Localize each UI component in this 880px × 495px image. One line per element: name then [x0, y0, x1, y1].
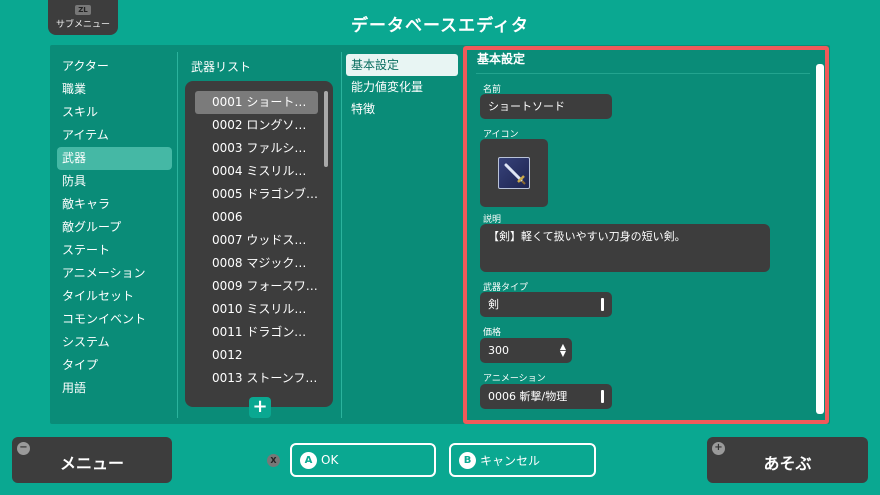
weapon-list-item[interactable]: 0012	[195, 344, 318, 367]
category-item[interactable]: 防具	[57, 170, 172, 193]
menu-button[interactable]: − メニュー	[12, 437, 172, 483]
icon-picker[interactable]	[480, 139, 548, 207]
category-item[interactable]: アイテム	[57, 124, 172, 147]
select-indicator-icon	[601, 298, 604, 311]
add-weapon-button[interactable]: +	[249, 397, 271, 418]
a-button-icon: A	[300, 451, 317, 469]
tab-item[interactable]: 特徴	[346, 98, 458, 120]
sword-icon	[498, 157, 530, 189]
description-field[interactable]: 【剣】軽くて扱いやすい刀身の短い剣。	[480, 224, 770, 272]
x-button-icon: X	[267, 454, 280, 467]
weapon-list-item[interactable]: 0008 マジックワ…	[195, 252, 318, 275]
price-value: 300	[488, 344, 509, 357]
weapon-list-item[interactable]: 0011 ドラゴンス…	[195, 321, 318, 344]
category-item[interactable]: 用語	[57, 377, 172, 400]
section-divider	[476, 73, 810, 74]
weapon-list-title: 武器リスト	[191, 60, 252, 74]
divider	[341, 52, 342, 418]
name-field[interactable]: ショートソード	[480, 94, 612, 119]
weapon-list-item[interactable]: 0005 ドラゴンブ…	[195, 183, 318, 206]
ok-button[interactable]: A OK	[290, 443, 436, 477]
price-label: 価格	[483, 328, 502, 338]
category-item[interactable]: アニメーション	[57, 262, 172, 285]
category-item[interactable]: スキル	[57, 101, 172, 124]
category-item[interactable]: アクター	[57, 55, 172, 78]
weapon-list-item[interactable]: 0009 フォースワ…	[195, 275, 318, 298]
play-label: あそぶ	[763, 454, 812, 473]
weapon-list-item[interactable]: 0003 ファルシオン	[195, 137, 318, 160]
category-item[interactable]: 職業	[57, 78, 172, 101]
detail-scrollbar[interactable]	[816, 64, 824, 414]
animation-value: 0006 斬撃/物理	[488, 390, 568, 403]
cancel-button[interactable]: B キャンセル	[449, 443, 596, 477]
weapon-list-item[interactable]: 0013 ストーンフ…	[195, 367, 318, 390]
category-item[interactable]: 武器	[57, 147, 172, 170]
b-button-icon: B	[459, 451, 476, 469]
play-button[interactable]: + あそぶ	[707, 437, 868, 483]
page-title: データベースエディタ	[351, 16, 529, 36]
tab-item[interactable]: 能力値変化量	[346, 76, 458, 98]
cancel-label: キャンセル	[480, 453, 541, 468]
weapon-list-scrollbar[interactable]	[324, 91, 328, 167]
detail-tabs: 基本設定 能力値変化量 特徴	[346, 54, 458, 120]
weapon-list-item[interactable]: 0006	[195, 206, 318, 229]
category-item[interactable]: タイプ	[57, 354, 172, 377]
category-item[interactable]: 敵グループ	[57, 216, 172, 239]
section-title: 基本設定	[477, 52, 526, 66]
weapon-list-item[interactable]: 0007 ウッドスタ…	[195, 229, 318, 252]
menu-label: メニュー	[59, 454, 124, 473]
animation-select[interactable]: 0006 斬撃/物理	[480, 384, 612, 409]
weapon-type-select[interactable]: 剣	[480, 292, 612, 317]
tab-item[interactable]: 基本設定	[346, 54, 458, 76]
weapon-list-item[interactable]: 0004 ミスリルソ…	[195, 160, 318, 183]
weapon-list: 0001 ショートソ… 0002 ロングソード 0003 ファルシオン 0004 ミス…	[185, 81, 333, 407]
weapon-list-item[interactable]: 0002 ロングソード	[195, 114, 318, 137]
category-item[interactable]: コモンイベント	[57, 308, 172, 331]
divider	[177, 52, 178, 418]
weapon-list-item[interactable]: 0010 ミスリルロ…	[195, 298, 318, 321]
category-item[interactable]: システム	[57, 331, 172, 354]
weapon-list-item[interactable]: 0001 ショートソ…	[195, 91, 318, 114]
category-item[interactable]: タイルセット	[57, 285, 172, 308]
ok-label: OK	[321, 453, 339, 467]
animation-label: アニメーション	[483, 374, 546, 384]
stepper-arrows-icon[interactable]: ▲ ▼	[560, 343, 566, 358]
price-stepper[interactable]: 300 ▲ ▼	[480, 338, 572, 363]
category-item[interactable]: ステート	[57, 239, 172, 262]
weapon-type-value: 剣	[488, 298, 499, 311]
category-item[interactable]: 敵キャラ	[57, 193, 172, 216]
category-list: アクター 職業 スキル アイテム 武器 防具 敵キャラ 敵グループ ステート アニメーション タイル…	[57, 55, 172, 400]
select-indicator-icon	[601, 390, 604, 403]
